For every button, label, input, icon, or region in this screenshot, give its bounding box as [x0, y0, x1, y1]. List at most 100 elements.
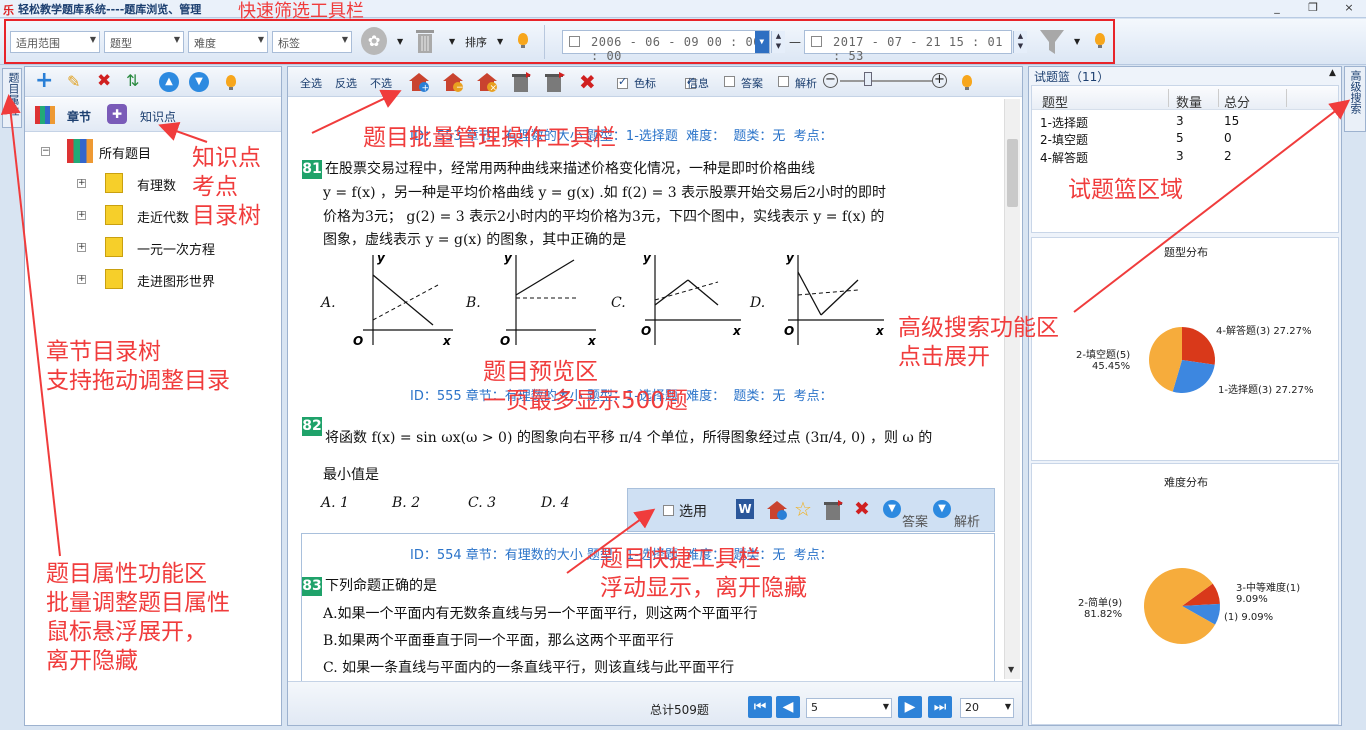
tree-expander[interactable]: + — [77, 275, 86, 284]
zoom-in-icon[interactable]: + — [932, 73, 947, 88]
scrollbar[interactable]: ▼ — [1004, 99, 1020, 679]
tree-expander[interactable]: + — [77, 211, 86, 220]
scroll-down-icon[interactable]: ▼ — [1008, 665, 1014, 674]
color-checkbox[interactable] — [617, 75, 628, 89]
zoom-slider[interactable] — [840, 80, 932, 82]
annotation-filter: 快速筛选工具栏 — [238, 1, 364, 22]
axis-x: x — [875, 324, 885, 338]
question-attributes-tab[interactable]: 题目属性 — [2, 68, 22, 128]
tree-toolbar: + ✎ ✖ ⇅ ▲ ▼ — [25, 67, 281, 97]
word-export-icon[interactable]: W — [736, 499, 754, 519]
tree-item-algebra[interactable]: 走近代数 — [137, 207, 189, 226]
select-all-link[interactable]: 全选 — [300, 75, 322, 91]
add-to-basket-icon[interactable]: + — [408, 71, 430, 94]
analysis-checkbox[interactable] — [778, 76, 789, 87]
tree-expander[interactable]: + — [77, 243, 86, 252]
last-page-button[interactable]: ⏭ — [928, 696, 952, 718]
question-number[interactable]: 83 — [302, 577, 322, 596]
zoom-out-icon[interactable]: − — [823, 73, 838, 88]
clear-basket-icon[interactable]: × — [476, 71, 498, 94]
hint-bulb-icon[interactable] — [226, 75, 236, 90]
question-number[interactable]: 82 — [302, 417, 322, 436]
remove-from-basket-icon[interactable]: − — [442, 71, 464, 93]
move-down-icon[interactable]: ▼ — [189, 72, 209, 92]
maximize-button[interactable]: ❐ — [1300, 0, 1326, 16]
delete-to-trash-icon[interactable] — [544, 71, 566, 93]
prev-page-button[interactable]: ◀ — [776, 696, 800, 718]
page-size-select[interactable]: 20 ▼ — [960, 698, 1014, 718]
tree-item-linear-equation[interactable]: 一元一次方程 — [137, 239, 215, 258]
option-label: A. — [321, 295, 336, 311]
batch-toolbar: 全选 反选 不选 + − × ✖ 色标 信息 答案 解析 − + — [288, 67, 1022, 97]
recycle-icon[interactable] — [510, 71, 532, 93]
tree-item-geometry[interactable]: 走进图形世界 — [137, 271, 215, 290]
basket-row-type[interactable]: 2-填空题 — [1040, 131, 1088, 148]
question-number[interactable]: 81 — [302, 160, 322, 179]
question-line: 图象，虚线表示 y = g(x) 的图象，其中正确的是 — [323, 232, 627, 248]
recycle-icon[interactable] — [822, 499, 844, 524]
tree-tabs: 章节 ✚ 知识点 — [25, 98, 281, 132]
tree-item-rational[interactable]: 有理数 — [137, 175, 176, 194]
advanced-search-tab[interactable]: 高级搜索 — [1344, 66, 1366, 132]
hint-bulb-icon[interactable] — [962, 75, 972, 90]
axis-x: x — [442, 334, 452, 348]
tab-chapter[interactable]: 章节 — [67, 108, 91, 125]
star-icon[interactable]: ☆ — [794, 497, 812, 521]
color-label: 色标 — [634, 77, 656, 90]
scrollbar-thumb[interactable] — [1007, 139, 1018, 207]
deselect-link[interactable]: 不选 — [370, 75, 392, 91]
page-input[interactable]: 5 ▼ — [806, 698, 892, 718]
analysis-link[interactable]: 解析 — [954, 511, 980, 530]
question-line: 价格为3元； g(2) = 3 表示2小时内的平均价格为3元，下四个图中，实线表… — [323, 209, 885, 225]
add-icon[interactable]: + — [35, 68, 53, 93]
basket-row-score: 2 — [1224, 149, 1232, 163]
axis-origin: O — [500, 334, 510, 348]
delete-icon[interactable]: ✖ — [97, 71, 111, 91]
root-books-icon — [67, 139, 93, 163]
tree-root[interactable]: 所有题目 — [99, 143, 151, 162]
expand-answer-icon[interactable]: ▼ — [883, 500, 901, 518]
refresh-icon[interactable]: ⇅ — [126, 71, 139, 90]
basket-row-type[interactable]: 4-解答题 — [1040, 149, 1088, 166]
close-button[interactable]: × — [1336, 0, 1362, 16]
delete-icon[interactable]: ✖ — [854, 498, 870, 520]
axis-origin: O — [353, 334, 363, 348]
minimize-button[interactable]: _ — [1264, 0, 1290, 16]
col-count[interactable]: 数量 — [1176, 92, 1202, 111]
axis-x: x — [587, 334, 597, 348]
next-page-button[interactable]: ▶ — [898, 696, 922, 718]
use-checkbox[interactable] — [663, 505, 674, 516]
answer-checkbox[interactable] — [724, 76, 735, 87]
total-count: 总计509题 — [650, 703, 709, 717]
col-type[interactable]: 题型 — [1042, 92, 1068, 111]
invert-selection-link[interactable]: 反选 — [335, 75, 357, 91]
axis-y: y — [504, 251, 513, 265]
add-to-basket-icon[interactable] — [766, 499, 788, 524]
zoom-slider-thumb[interactable] — [864, 72, 872, 86]
chevron-down-icon[interactable]: ▼ — [883, 702, 889, 711]
expand-analysis-icon[interactable]: ▼ — [933, 500, 951, 518]
folder-icon — [105, 237, 123, 257]
axis-origin: O — [784, 324, 794, 338]
tree-expander[interactable]: + — [77, 179, 86, 188]
axis-y: y — [643, 251, 652, 265]
delete-icon[interactable]: ✖ — [579, 70, 596, 94]
col-score[interactable]: 总分 — [1224, 92, 1250, 111]
basket-header: 试题篮（11） — [1034, 70, 1110, 84]
annotation-basket: 试题篮区域 — [1068, 177, 1183, 203]
graph-a: y x O — [353, 251, 453, 348]
title-bar: 乐 轻松教学题库系统----题库浏览、管理 _ ❐ × — [0, 0, 1366, 18]
move-up-icon[interactable]: ▲ — [159, 72, 179, 92]
graph-c: y x O — [641, 251, 742, 345]
pin-icon[interactable]: ▲ — [1329, 68, 1336, 78]
answer-link[interactable]: 答案 — [902, 511, 928, 530]
basket-row-type[interactable]: 1-选择题 — [1040, 114, 1088, 131]
tree-expander[interactable]: − — [41, 147, 50, 156]
first-page-button[interactable]: ⏮ — [748, 696, 772, 718]
option-label: B. 2 — [392, 495, 421, 511]
basket-row-score: 15 — [1224, 114, 1240, 128]
tab-knowledge[interactable]: 知识点 — [140, 108, 176, 125]
option-label: C. — [611, 295, 626, 311]
edit-icon[interactable]: ✎ — [67, 72, 80, 91]
chevron-down-icon[interactable]: ▼ — [1005, 702, 1011, 711]
